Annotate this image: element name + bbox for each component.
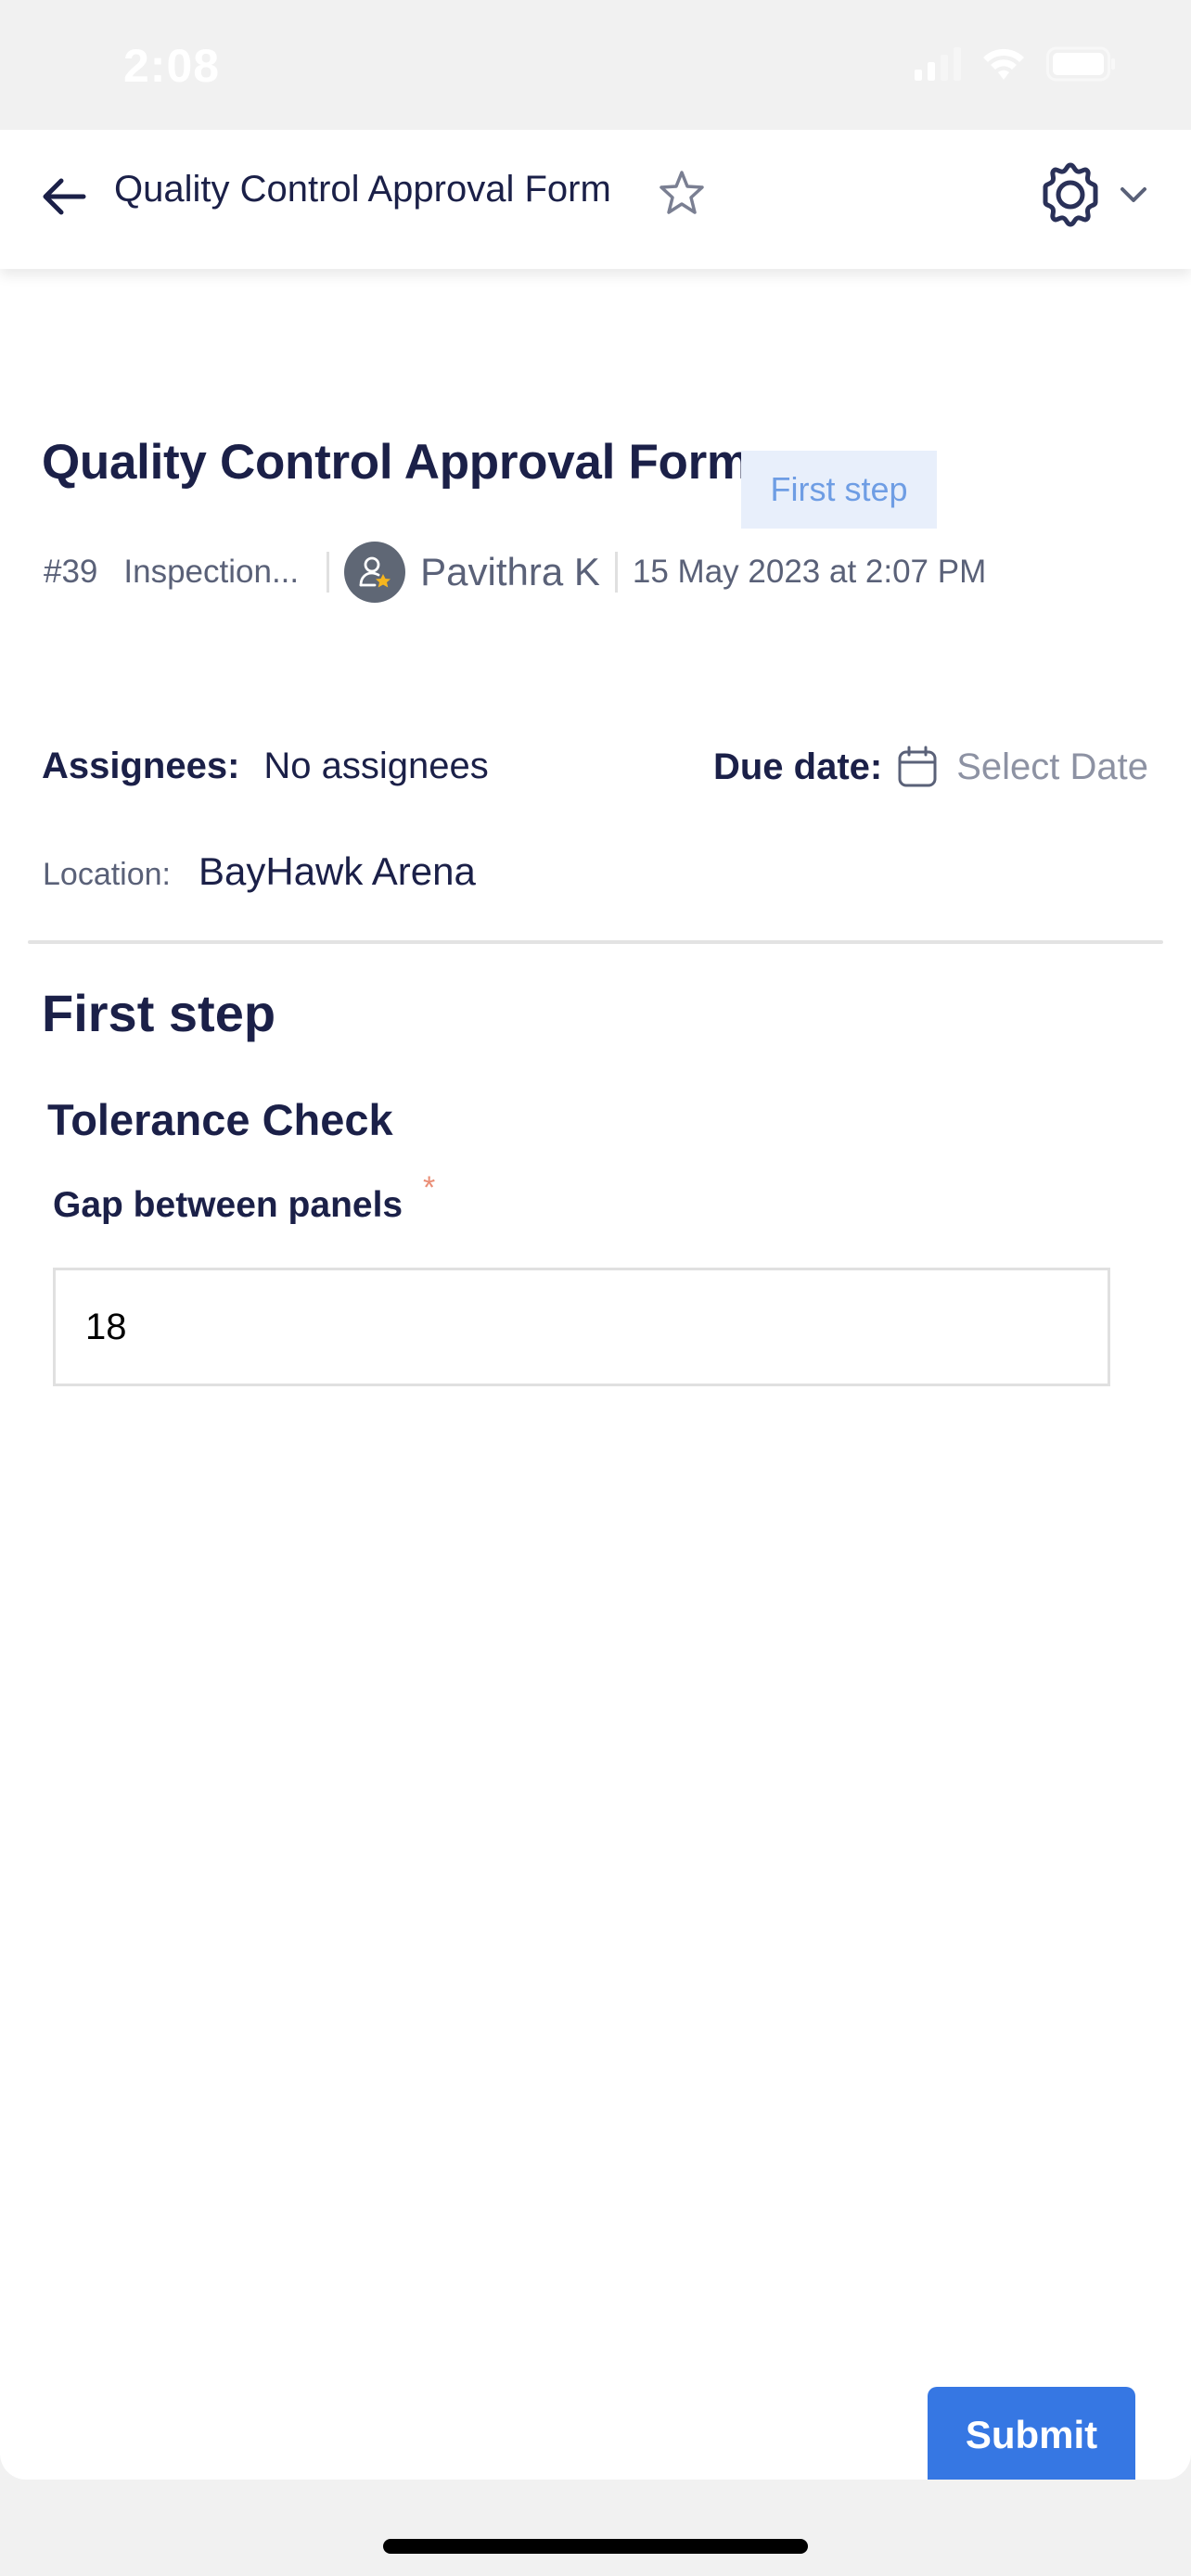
location-row: Location: BayHawk Arena <box>43 849 476 894</box>
form-id: #39 <box>44 554 98 590</box>
back-arrow-icon[interactable] <box>37 171 89 223</box>
cellular-signal-icon <box>915 47 961 81</box>
section-heading: Tolerance Check <box>47 1095 393 1144</box>
location-value: BayHawk Arena <box>198 849 476 893</box>
field-label-gap-between-panels: Gap between panels <box>53 1185 403 1225</box>
divider <box>614 552 618 593</box>
created-date: 15 May 2023 at 2:07 PM <box>632 554 987 590</box>
select-date-button[interactable]: Select Date <box>956 746 1148 788</box>
user-star-icon <box>359 556 391 588</box>
wifi-icon <box>983 48 1024 80</box>
app-screen: Quality Control Approval Form Quality Co… <box>0 130 1191 2480</box>
app-header: Quality Control Approval Form <box>0 130 1191 269</box>
battery-icon <box>1046 46 1115 82</box>
step-heading: First step <box>42 984 276 1042</box>
form-type[interactable]: Inspection... <box>123 554 299 591</box>
step-badge: First step <box>741 451 937 529</box>
gap-between-panels-input[interactable] <box>53 1268 1110 1386</box>
required-asterisk: * <box>423 1170 436 1205</box>
section-divider <box>28 940 1163 944</box>
calendar-icon[interactable] <box>897 746 938 788</box>
meta-row: #39 Inspection... Pavithra K 15 May 2023… <box>44 540 986 605</box>
due-date-label: Due date: <box>712 746 883 787</box>
home-indicator[interactable] <box>383 2539 808 2554</box>
location-label: Location: <box>43 857 171 892</box>
form-title: Quality Control Approval Form <box>42 435 750 490</box>
gear-icon[interactable] <box>1037 158 1104 232</box>
author-name: Pavithra K <box>420 550 600 593</box>
header-title: Quality Control Approval Form <box>114 169 611 210</box>
status-icons <box>915 46 1117 82</box>
chevron-down-icon[interactable] <box>1117 178 1150 211</box>
status-time: 2:08 <box>123 40 221 92</box>
avatar <box>344 542 406 603</box>
assignees-value[interactable]: No assignees <box>263 746 488 787</box>
star-outline-icon[interactable] <box>656 167 708 219</box>
form-title-row: Quality Control Approval Form First step <box>42 434 937 529</box>
assignees-row: Assignees: No assignees <box>42 746 489 787</box>
status-bar: 2:08 <box>0 0 1191 130</box>
due-date-row: Due date: Select Date <box>713 746 1148 788</box>
submit-button[interactable]: Submit <box>928 2387 1135 2480</box>
assignees-label: Assignees: <box>42 746 240 786</box>
divider <box>327 552 330 593</box>
